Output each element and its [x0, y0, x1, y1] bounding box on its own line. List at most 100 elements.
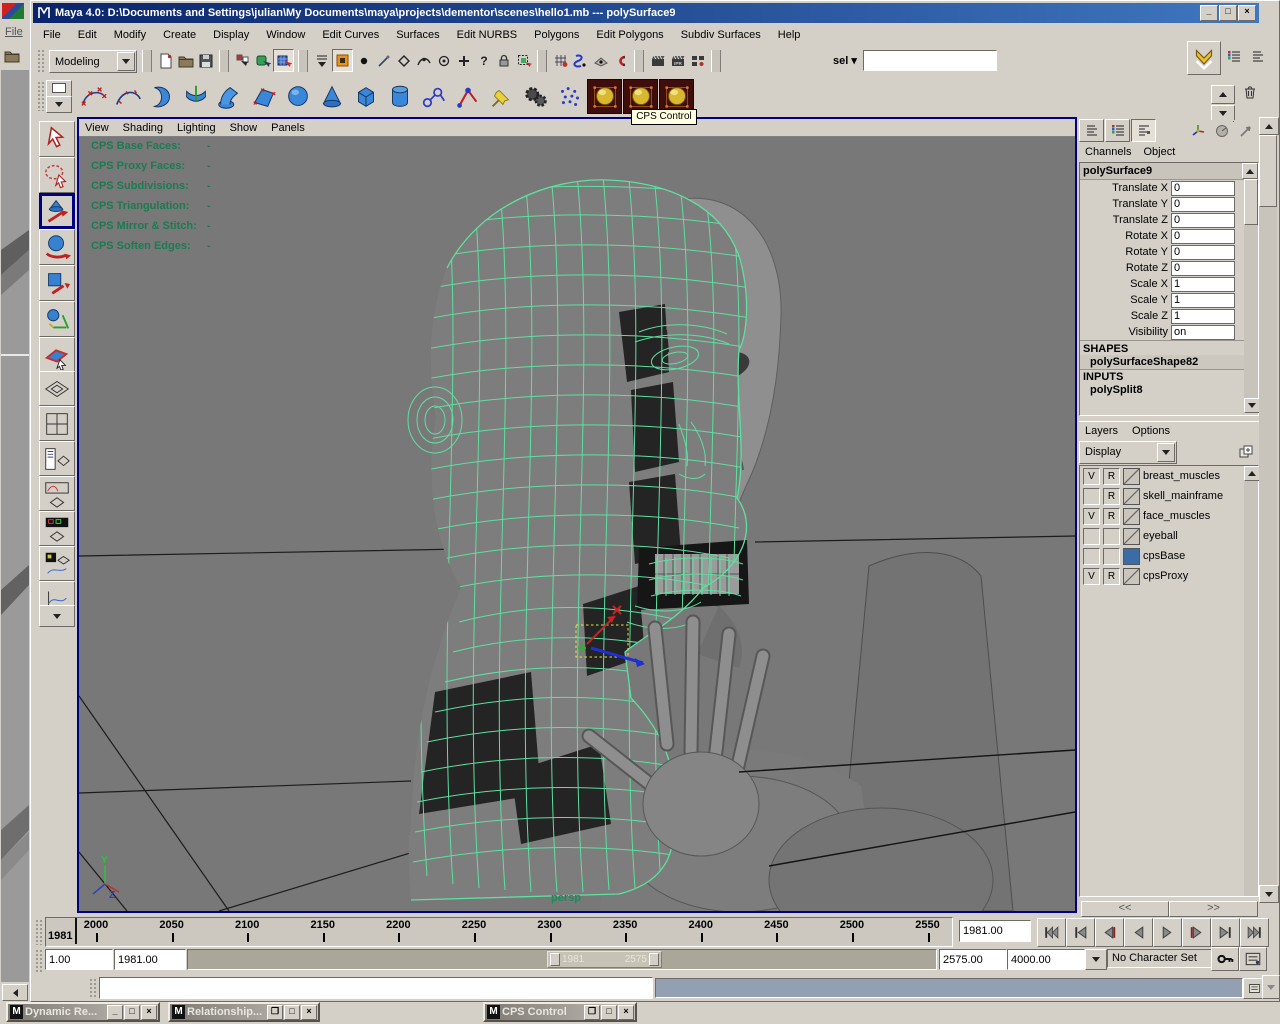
layer-color-swatch[interactable] [1123, 488, 1140, 505]
shelf-particles[interactable] [553, 80, 586, 113]
shelf-grip[interactable] [37, 81, 44, 111]
shelf-cone[interactable] [315, 80, 348, 113]
layer-row[interactable]: V R face_muscles [1080, 506, 1258, 526]
layer-visible-toggle[interactable]: V [1083, 468, 1100, 485]
channel-row[interactable]: Translate Z0 [1080, 212, 1258, 228]
playback-end-input[interactable] [939, 949, 1007, 970]
trash-icon[interactable] [1239, 81, 1261, 103]
auto-keyframe-button[interactable] [1211, 947, 1239, 971]
channel-value-field[interactable]: 1 [1171, 293, 1235, 308]
layer-color-swatch[interactable] [1123, 568, 1140, 585]
layer-menu-item[interactable]: Layers [1085, 425, 1118, 437]
highlight-selection-button[interactable] [514, 50, 533, 71]
shelf-revolve[interactable] [145, 80, 178, 113]
lasso-tool-button[interactable] [39, 157, 75, 193]
range-slider-track[interactable]: 1981 2575 [187, 949, 937, 970]
mask-handles-button[interactable] [332, 49, 353, 72]
minimized-window-cps-control[interactable]: M CPS Control ❐ □ × [483, 1002, 637, 1022]
last-tool-button[interactable] [39, 337, 75, 373]
animation-end-input[interactable] [1007, 949, 1085, 970]
range-handle-right-grip[interactable] [649, 953, 659, 966]
shelf-cylinder[interactable] [383, 80, 416, 113]
channel-row[interactable]: Scale Z1 [1080, 308, 1258, 324]
layer-color-swatch[interactable] [1123, 548, 1140, 565]
layer-name[interactable]: face_muscles [1143, 510, 1210, 522]
shelf-ep-curve-tool[interactable] [111, 80, 144, 113]
snap-grid-button[interactable] [551, 50, 570, 71]
rotate-tool-button[interactable] [39, 229, 75, 265]
channel-row[interactable]: Translate X0 [1080, 180, 1258, 196]
menu-item[interactable]: Polygons [534, 29, 579, 41]
play-forwards-button[interactable] [1153, 918, 1182, 947]
background-scroll-down-button[interactable] [1262, 975, 1280, 999]
render-globals-button[interactable] [688, 50, 707, 71]
panel-menu-item[interactable]: Lighting [177, 122, 216, 134]
pane-prev-button[interactable]: << [1081, 901, 1169, 917]
channel-row[interactable]: Visibilityon [1080, 324, 1258, 340]
speed-dial-icon[interactable] [1210, 120, 1233, 141]
range-slider-grip[interactable] [35, 949, 42, 973]
close-button[interactable]: × [618, 1005, 634, 1020]
close-button[interactable]: × [141, 1005, 157, 1020]
time-slider[interactable]: 2000205021002150220022502300235024002450… [45, 917, 953, 947]
minimize-button[interactable]: _ [107, 1005, 123, 1020]
lock-selection-button[interactable] [494, 50, 513, 71]
new-scene-button[interactable] [156, 50, 175, 71]
layout-menu-dropdown-button[interactable] [39, 605, 75, 627]
selected-node-name[interactable]: polySurface9 [1080, 165, 1242, 177]
close-button[interactable]: × [301, 1005, 317, 1020]
select-tool-button[interactable] [39, 121, 75, 157]
mask-deformers-button[interactable] [454, 50, 473, 71]
current-time-input[interactable] [959, 920, 1031, 942]
maximize-button[interactable]: □ [1219, 5, 1237, 21]
viewport-canvas[interactable]: Y Z CPS Base Faces:-CPS Proxy Faces:-CPS… [79, 136, 1075, 911]
layer-row[interactable]: V R breast_muscles [1080, 466, 1258, 486]
menu-item[interactable]: Surfaces [396, 29, 439, 41]
menu-item[interactable]: Help [778, 29, 801, 41]
drag-handle[interactable] [537, 50, 547, 72]
layer-name[interactable]: cpsBase [1143, 550, 1185, 562]
layer-renderable-toggle[interactable] [1103, 528, 1120, 545]
shelf-extrude[interactable] [213, 80, 246, 113]
background-app-file-menu[interactable]: File [5, 26, 23, 38]
shelf-locator[interactable] [485, 80, 518, 113]
minimized-window-relationship[interactable]: M Relationship... ❐ □ × [168, 1002, 320, 1022]
shelf-tab-button[interactable] [46, 80, 72, 97]
ipr-render-button[interactable] [668, 50, 687, 71]
step-back-frame-button[interactable] [1066, 918, 1095, 947]
layout-persp-hypershade-button[interactable] [39, 546, 75, 581]
layout-single-persp-button[interactable] [39, 371, 75, 406]
animation-preferences-button[interactable] [1239, 947, 1267, 971]
layer-color-swatch[interactable] [1123, 528, 1140, 545]
step-back-key-button[interactable] [1095, 918, 1124, 947]
layer-name[interactable]: breast_muscles [1143, 470, 1220, 482]
drag-handle[interactable] [711, 50, 721, 72]
range-handle-left-grip[interactable] [550, 953, 560, 966]
close-button[interactable]: × [1238, 5, 1256, 21]
drag-handle[interactable] [634, 50, 644, 72]
channel-layout-a-button[interactable] [1079, 119, 1104, 142]
title-bar[interactable]: Maya 4.0: D:\Documents and Settings\juli… [33, 3, 1259, 23]
quick-select-input[interactable] [863, 50, 997, 71]
channel-row[interactable]: Scale Y1 [1080, 292, 1258, 308]
layer-renderable-toggle[interactable]: R [1103, 508, 1120, 525]
channel-value-field[interactable]: 0 [1171, 229, 1235, 244]
channel-value-field[interactable]: 1 [1171, 277, 1235, 292]
play-backwards-button[interactable] [1124, 918, 1153, 947]
show-hide-ui-chevron-button[interactable] [1187, 41, 1221, 75]
drag-handle[interactable] [142, 50, 152, 72]
show-manipulator-tool-button[interactable] [39, 301, 75, 337]
pane-next-button[interactable]: >> [1169, 901, 1258, 917]
restore-button[interactable]: ❐ [267, 1005, 283, 1020]
channel-row[interactable]: Rotate X0 [1080, 228, 1258, 244]
layer-row[interactable]: V R cpsProxy [1080, 566, 1258, 586]
snap-curve-button[interactable] [571, 50, 590, 71]
move-tool-button[interactable] [39, 193, 75, 229]
layer-visible-toggle[interactable]: V [1083, 508, 1100, 525]
background-app-scroll-left-button[interactable] [2, 984, 28, 1001]
layer-visible-toggle[interactable] [1083, 548, 1100, 565]
menu-item[interactable]: Edit NURBS [457, 29, 518, 41]
layer-scrollbar[interactable] [1244, 466, 1258, 896]
shelf-cv-curve-tool[interactable] [77, 80, 110, 113]
panel-menu-item[interactable]: Panels [271, 122, 305, 134]
